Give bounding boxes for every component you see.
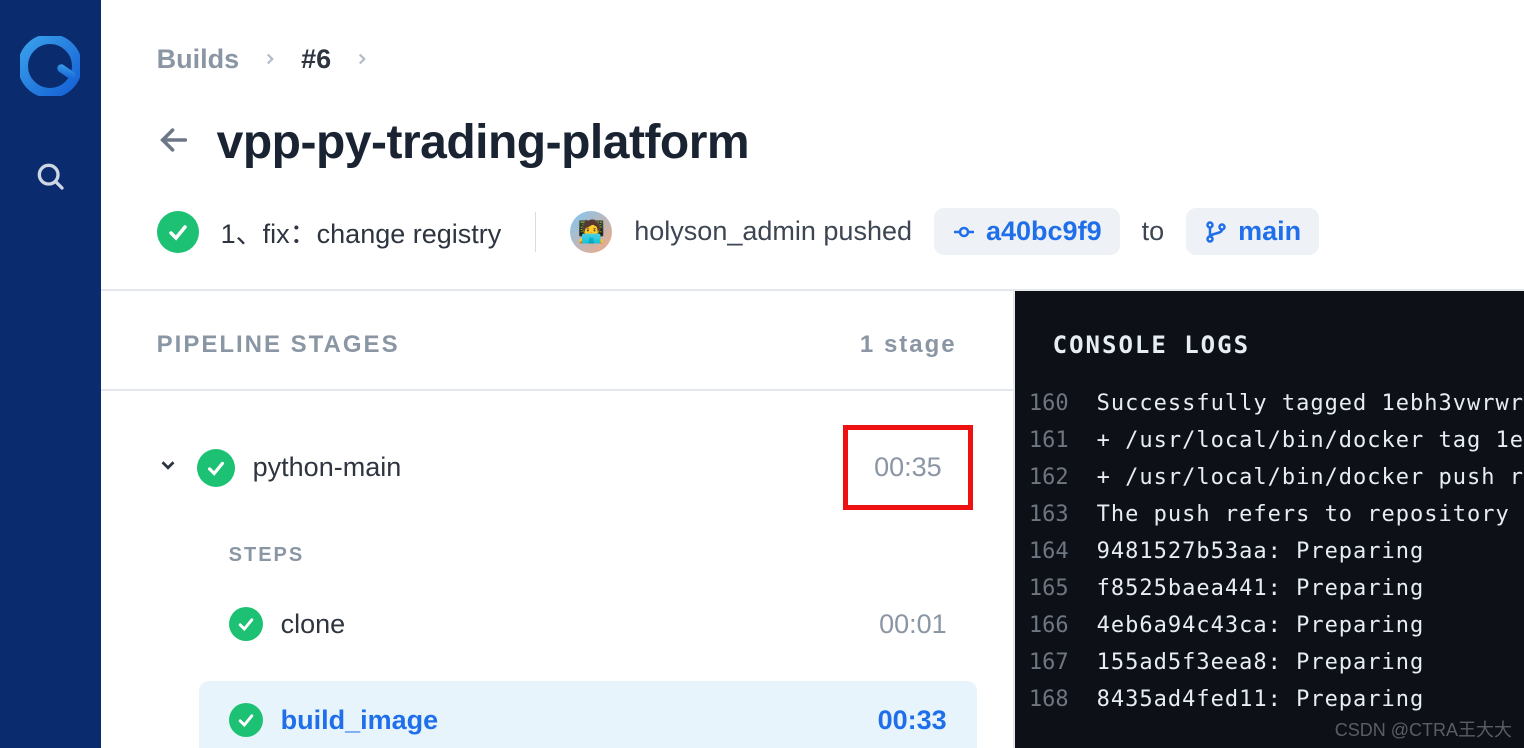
watermark: CSDN @CTRA王大大 (1335, 716, 1512, 742)
step-duration: 00:01 (879, 609, 947, 640)
log-line: 165f8525baea441: Preparing (1015, 570, 1524, 607)
branch-pill[interactable]: main (1186, 208, 1319, 255)
console-log-list[interactable]: 160Successfully tagged 1ebh3vwrwr161+ /u… (1015, 385, 1524, 718)
log-line-number: 162 (1015, 465, 1097, 490)
log-line-number: 161 (1015, 428, 1097, 453)
vertical-divider (535, 212, 536, 252)
log-line: 167155ad5f3eea8: Preparing (1015, 644, 1524, 681)
step-row-clone[interactable]: clone 00:01 (199, 585, 977, 663)
step-duration: 00:33 (878, 705, 947, 736)
log-line-text: 9481527b53aa: Preparing (1097, 539, 1425, 564)
step-name: build_image (281, 705, 860, 736)
author-avatar[interactable]: 🧑‍💻 (570, 211, 612, 253)
stages-header-label: PIPELINE STAGES (157, 331, 400, 359)
breadcrumb-root[interactable]: Builds (157, 44, 240, 75)
log-line-text: f8525baea441: Preparing (1097, 576, 1425, 601)
status-success-icon (157, 211, 199, 253)
chevron-down-icon[interactable] (157, 452, 179, 483)
title-row: vpp-py-trading-platform (157, 115, 1468, 170)
stages-header: PIPELINE STAGES 1 stage (101, 291, 1013, 391)
log-line: 1649481527b53aa: Preparing (1015, 533, 1524, 570)
branch-icon (1204, 220, 1228, 244)
stage-name: python-main (253, 452, 825, 483)
log-line: 162+ /usr/local/bin/docker push r (1015, 459, 1524, 496)
log-line: 160Successfully tagged 1ebh3vwrwr (1015, 385, 1524, 422)
back-arrow-icon[interactable] (157, 123, 191, 162)
log-line-number: 168 (1015, 687, 1097, 712)
stage-success-icon (197, 449, 235, 487)
chevron-right-icon (261, 44, 279, 75)
stage-duration: 00:35 (843, 425, 973, 510)
log-line-number: 166 (1015, 613, 1097, 638)
page-title: vpp-py-trading-platform (217, 115, 749, 170)
left-sidebar (0, 0, 101, 748)
commit-hash: a40bc9f9 (986, 216, 1102, 247)
app-logo[interactable] (20, 36, 80, 96)
main-content: Builds #6 vpp-py-trading-platform 1、fix：… (101, 0, 1524, 748)
page-header: Builds #6 vpp-py-trading-platform 1、fix：… (101, 0, 1524, 289)
breadcrumb-current[interactable]: #6 (301, 44, 331, 75)
log-line-number: 164 (1015, 539, 1097, 564)
breadcrumb: Builds #6 (157, 44, 1468, 75)
commit-message: 1、fix：change registry (221, 212, 502, 251)
log-line-text: 155ad5f3eea8: Preparing (1097, 650, 1425, 675)
console-header-label: CONSOLE LOGS (1015, 291, 1524, 385)
log-line: 1664eb6a94c43ca: Preparing (1015, 607, 1524, 644)
push-action-label: pushed (823, 216, 912, 246)
log-line-text: The push refers to repository (1097, 502, 1524, 527)
log-line-number: 163 (1015, 502, 1097, 527)
commit-hash-pill[interactable]: a40bc9f9 (934, 208, 1120, 255)
console-logs-panel: CONSOLE LOGS 160Successfully tagged 1ebh… (1015, 291, 1524, 748)
log-line-text: + /usr/local/bin/docker push r (1097, 465, 1524, 490)
log-line-text: + /usr/local/bin/docker tag 1e (1097, 428, 1524, 453)
stage-row[interactable]: python-main 00:35 (101, 391, 1013, 544)
log-line: 163The push refers to repository (1015, 496, 1524, 533)
log-line-text: 4eb6a94c43ca: Preparing (1097, 613, 1425, 638)
search-icon[interactable] (30, 156, 70, 196)
commit-icon (952, 220, 976, 244)
branch-name: main (1238, 216, 1301, 247)
log-line-text: Successfully tagged 1ebh3vwrwr (1097, 391, 1524, 416)
step-success-icon (229, 607, 263, 641)
step-row-build-image[interactable]: build_image 00:33 (199, 681, 977, 748)
pipeline-stages-panel: PIPELINE STAGES 1 stage python-main 00:3… (101, 291, 1015, 748)
step-name: clone (281, 609, 861, 640)
log-line-text: 8435ad4fed11: Preparing (1097, 687, 1425, 712)
log-line: 161+ /usr/local/bin/docker tag 1e (1015, 422, 1524, 459)
chevron-right-icon (353, 44, 371, 75)
log-line-number: 165 (1015, 576, 1097, 601)
log-line-number: 167 (1015, 650, 1097, 675)
step-success-icon (229, 703, 263, 737)
log-line: 1688435ad4fed11: Preparing (1015, 681, 1524, 718)
steps-header-label: STEPS (101, 544, 1013, 567)
build-meta-row: 1、fix：change registry 🧑‍💻 holyson_admin … (157, 208, 1468, 255)
stages-count: 1 stage (860, 331, 957, 359)
log-line-number: 160 (1015, 391, 1097, 416)
body-split: PIPELINE STAGES 1 stage python-main 00:3… (101, 289, 1524, 748)
author-action: holyson_admin pushed (634, 216, 912, 247)
to-label: to (1142, 216, 1165, 247)
author-name: holyson_admin (634, 216, 816, 246)
